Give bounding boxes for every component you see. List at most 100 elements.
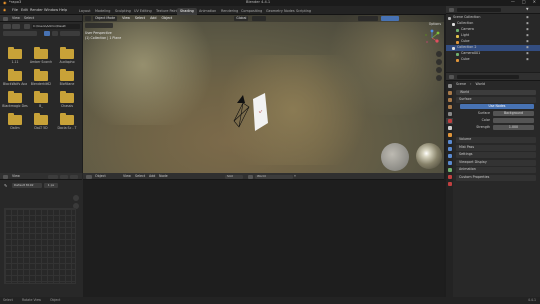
- outliner-item[interactable]: Collection ◉: [446, 21, 540, 27]
- menu-help[interactable]: Help: [59, 8, 67, 13]
- fb-display-controls[interactable]: [3, 31, 37, 36]
- forward-button[interactable]: [12, 24, 20, 29]
- tool-tab[interactable]: [446, 83, 453, 89]
- menu-window[interactable]: Window: [44, 8, 58, 13]
- use-nodes-button[interactable]: Use Nodes: [460, 104, 534, 109]
- outliner-item[interactable]: Cube ◉: [446, 57, 540, 63]
- maximize-button[interactable]: □: [522, 0, 526, 4]
- folder-label[interactable]: Blofiliane: [54, 82, 80, 86]
- tab-compositing[interactable]: Compositing: [238, 8, 265, 15]
- back-button[interactable]: [3, 24, 11, 29]
- image-menu-button-2[interactable]: [60, 174, 68, 179]
- folder-icon[interactable]: [8, 47, 22, 59]
- world-name-field[interactable]: World: [456, 90, 536, 95]
- texture-tab[interactable]: [446, 181, 453, 187]
- fb-search-input[interactable]: [60, 31, 80, 36]
- outliner-item[interactable]: Scene Collection ◉: [446, 15, 540, 21]
- property-section-header[interactable]: Viewport Display: [456, 159, 536, 166]
- image-menu-button[interactable]: [48, 174, 58, 179]
- tab-modeling[interactable]: Modeling: [92, 8, 113, 15]
- viewport-editor-type-icon[interactable]: [85, 16, 91, 21]
- folder-label[interactable]: 1.11: [2, 60, 28, 64]
- path-field[interactable]: C:\Users\Admin\Deskt: [32, 24, 80, 29]
- navigation-gizmo[interactable]: [423, 29, 441, 47]
- zoom-icon[interactable]: [73, 195, 79, 201]
- se-menu-select[interactable]: Select: [135, 174, 145, 178]
- tab-shading[interactable]: Shading: [177, 8, 197, 15]
- output-tab[interactable]: [446, 97, 453, 103]
- slot-dropdown[interactable]: Slot: [225, 174, 243, 179]
- property-section-header[interactable]: Animation: [456, 167, 536, 173]
- visibility-icon[interactable]: ◉: [526, 15, 529, 19]
- tab-animation[interactable]: Animation: [196, 8, 219, 15]
- outliner-item[interactable]: Light ◉: [446, 33, 540, 39]
- tab-layout[interactable]: Layout: [76, 8, 94, 15]
- strength-field[interactable]: 1.000: [493, 125, 534, 130]
- vp-menu-view[interactable]: View: [122, 16, 130, 20]
- folder-label[interactable]: B_: [28, 104, 54, 108]
- se-menu-view[interactable]: View: [123, 174, 131, 178]
- folder-icon[interactable]: [60, 113, 74, 125]
- properties-search-input[interactable]: [457, 75, 519, 79]
- tab-uv-editing[interactable]: UV Editing: [131, 8, 155, 15]
- folder-label[interactable]: DaLT 5D: [28, 126, 54, 130]
- menu-edit[interactable]: Edit: [21, 8, 28, 13]
- folder-label[interactable]: Chassis: [54, 104, 80, 108]
- image-canvas-grid[interactable]: [4, 208, 76, 284]
- outliner-item[interactable]: Cube ◉: [446, 39, 540, 45]
- folder-label[interactable]: Audiopho: [54, 60, 80, 64]
- data-tab[interactable]: [446, 167, 453, 173]
- folder-icon[interactable]: [34, 47, 48, 59]
- thumbnail-view-button[interactable]: [44, 31, 50, 36]
- vp-menu-object[interactable]: Object: [161, 16, 172, 20]
- 3d-viewport[interactable]: Object Mode View Select Add Object Globa…: [83, 15, 444, 173]
- parent-dir-button[interactable]: [24, 24, 30, 29]
- pivot-snap-controls[interactable]: [252, 16, 267, 21]
- visibility-icon[interactable]: ◉: [526, 33, 529, 37]
- tab-scripting[interactable]: Scripting: [293, 8, 314, 15]
- folder-label[interactable]: Dacia Sc - T: [54, 126, 80, 130]
- filter-button[interactable]: [52, 31, 58, 36]
- camera-view-icon[interactable]: [436, 67, 442, 73]
- surface-section-header[interactable]: Surface: [456, 97, 536, 103]
- perspective-toggle-icon[interactable]: [436, 75, 442, 81]
- world-datablock-field[interactable]: World: [255, 174, 293, 179]
- image-editor-type-icon[interactable]: [3, 174, 8, 179]
- filter-icon[interactable]: ▼: [526, 7, 529, 11]
- surface-shader-field[interactable]: Background: [493, 111, 534, 116]
- close-button[interactable]: ✕: [533, 0, 536, 4]
- outliner-search-input[interactable]: [457, 8, 501, 12]
- property-section-header[interactable]: Mist Pass: [456, 144, 536, 151]
- shader-editor-type-icon[interactable]: [86, 174, 92, 179]
- transform-orientation-dropdown[interactable]: Global: [234, 16, 249, 21]
- visibility-icon[interactable]: ◉: [526, 21, 529, 25]
- properties-type-icon[interactable]: [449, 75, 454, 79]
- property-section-header[interactable]: Settings: [456, 152, 536, 158]
- node-canvas[interactable]: [83, 180, 444, 297]
- folder-icon[interactable]: [8, 113, 22, 125]
- visibility-icon[interactable]: ◉: [526, 27, 529, 31]
- object-tab[interactable]: [446, 132, 453, 138]
- blender-menu-icon[interactable]: ◉: [3, 8, 6, 13]
- folder-icon[interactable]: [60, 47, 74, 59]
- object-mode-dropdown[interactable]: Object Mode: [93, 16, 118, 21]
- vp-menu-select[interactable]: Select: [135, 16, 145, 20]
- property-section-header[interactable]: Custom Properties: [456, 174, 536, 181]
- particles-tab[interactable]: [446, 146, 453, 152]
- overlays-toggle[interactable]: [358, 16, 379, 21]
- image-menu-view[interactable]: View: [12, 174, 20, 178]
- plane-object[interactable]: [251, 93, 271, 133]
- folder-label[interactable]: BlackWolfs Ava: [2, 82, 28, 86]
- options-menu[interactable]: Options: [429, 22, 441, 26]
- outliner-item[interactable]: Camera001 ◉: [446, 51, 540, 57]
- fb-menu-select[interactable]: Select: [24, 16, 34, 20]
- folder-icon[interactable]: [8, 91, 22, 103]
- collection-tab[interactable]: [446, 125, 453, 131]
- scene-tab[interactable]: [446, 111, 453, 117]
- menu-render[interactable]: Render: [30, 8, 43, 13]
- folder-icon[interactable]: [34, 113, 48, 125]
- se-menu-node[interactable]: Node: [159, 174, 168, 178]
- folder-icon[interactable]: [60, 69, 74, 81]
- se-object-dropdown[interactable]: Object: [95, 174, 106, 178]
- minimize-button[interactable]: —: [511, 0, 515, 4]
